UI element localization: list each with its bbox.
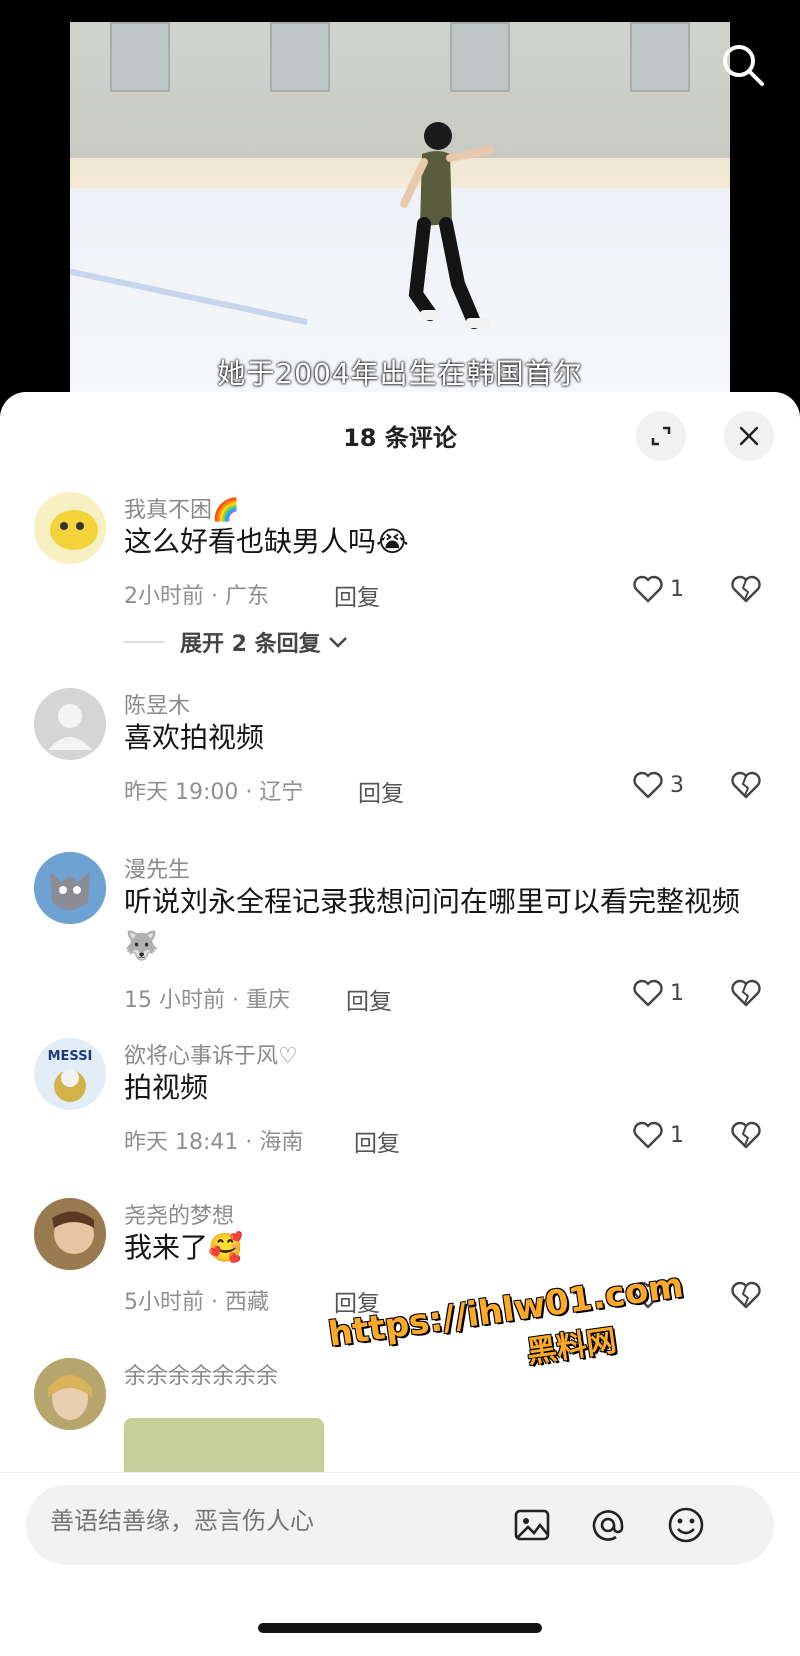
rink-line bbox=[70, 265, 308, 325]
comment-text: 我来了🥰 bbox=[124, 1231, 243, 1264]
heart-icon bbox=[633, 979, 663, 1007]
background-window bbox=[110, 22, 170, 92]
comment-time-location: 2小时前 · 广东 bbox=[124, 584, 269, 609]
like-button[interactable]: 1 bbox=[632, 1120, 684, 1150]
reply-button[interactable]: 回复 bbox=[358, 774, 404, 808]
comment-author[interactable]: 余余余余余余余 bbox=[124, 1358, 278, 1390]
avatar-label: MESSI bbox=[48, 1049, 93, 1064]
heart-icon bbox=[633, 1121, 663, 1149]
search-icon[interactable] bbox=[718, 40, 768, 90]
close-button[interactable] bbox=[724, 411, 774, 461]
skater-figure bbox=[400, 122, 494, 329]
avatar[interactable] bbox=[34, 852, 106, 924]
broken-heart-icon[interactable] bbox=[730, 1120, 762, 1150]
comment-time-location: 15 小时前 · 重庆 bbox=[124, 988, 290, 1013]
avatar-image bbox=[34, 1358, 106, 1430]
background-window bbox=[630, 22, 690, 92]
background-window bbox=[450, 22, 510, 92]
broken-heart-icon[interactable] bbox=[730, 574, 762, 604]
comment-image[interactable] bbox=[124, 1418, 324, 1472]
avatar[interactable] bbox=[34, 1198, 106, 1270]
reply-button[interactable]: 回复 bbox=[354, 1124, 400, 1158]
comment-text: 拍视频 bbox=[124, 1071, 209, 1104]
like-button[interactable]: 1 bbox=[632, 978, 684, 1008]
default-avatar-icon bbox=[34, 688, 106, 760]
comment-sheet: 18 条评论 我真不困🌈 这么好看也缺男人吗😭 2小时前 · 广东 回复 1 展… bbox=[0, 392, 800, 1656]
comment-text: 喜欢拍视频 bbox=[124, 721, 265, 754]
avatar[interactable]: MESSI bbox=[34, 1038, 106, 1110]
video-frame bbox=[70, 22, 730, 400]
reply-button[interactable]: 回复 bbox=[334, 578, 380, 612]
like-count: 1 bbox=[670, 576, 684, 602]
comment-sheet-header: 18 条评论 bbox=[0, 392, 800, 476]
mention-icon[interactable] bbox=[586, 1503, 630, 1547]
broken-heart-icon[interactable] bbox=[730, 978, 762, 1008]
expand-icon bbox=[651, 426, 671, 446]
like-button[interactable]: 1 bbox=[632, 574, 684, 604]
like-count: 1 bbox=[670, 1122, 684, 1148]
like-button[interactable]: 3 bbox=[632, 770, 684, 800]
expand-replies-label: 展开 2 条回复 bbox=[180, 632, 321, 657]
home-indicator[interactable] bbox=[258, 1623, 542, 1633]
avatar-image bbox=[34, 1198, 106, 1270]
reply-button[interactable]: 回复 bbox=[346, 982, 392, 1016]
expand-fullscreen-button[interactable] bbox=[636, 411, 686, 461]
comment-text: 听说刘永全程记录我想问问在哪里可以看完整视频🐺 bbox=[124, 885, 741, 962]
heart-icon bbox=[633, 575, 663, 603]
like-count: 3 bbox=[670, 772, 684, 798]
expand-replies-button[interactable]: 展开 2 条回复 bbox=[124, 626, 349, 658]
comment-input[interactable] bbox=[50, 1507, 480, 1535]
avatar[interactable] bbox=[34, 492, 106, 564]
comment-input-bar bbox=[0, 1472, 800, 1656]
avatar-image bbox=[34, 492, 106, 564]
image-icon[interactable] bbox=[510, 1503, 554, 1547]
video-subtitle: 她于2004年出生在韩国首尔 bbox=[217, 357, 583, 390]
broken-heart-icon[interactable] bbox=[730, 770, 762, 800]
background-window bbox=[270, 22, 330, 92]
heart-icon bbox=[633, 771, 663, 799]
close-icon bbox=[739, 426, 759, 446]
comment-input-container bbox=[26, 1485, 774, 1565]
comment-time-location: 5小时前 · 西藏 bbox=[124, 1290, 269, 1315]
divider-line bbox=[124, 641, 164, 643]
comment-time-location: 昨天 19:00 · 辽宁 bbox=[124, 780, 304, 805]
avatar-image bbox=[34, 852, 106, 924]
like-count: 1 bbox=[670, 980, 684, 1006]
avatar[interactable] bbox=[34, 688, 106, 760]
chevron-down-icon bbox=[328, 637, 347, 648]
avatar-image: MESSI bbox=[34, 1038, 106, 1110]
broken-heart-icon[interactable] bbox=[730, 1280, 762, 1310]
emoji-icon[interactable] bbox=[664, 1503, 708, 1547]
comment-text: 这么好看也缺男人吗😭 bbox=[124, 525, 409, 558]
avatar[interactable] bbox=[34, 1358, 106, 1430]
video-player[interactable]: 她于2004年出生在韩国首尔 bbox=[0, 0, 800, 400]
comment-time-location: 昨天 18:41 · 海南 bbox=[124, 1130, 304, 1155]
